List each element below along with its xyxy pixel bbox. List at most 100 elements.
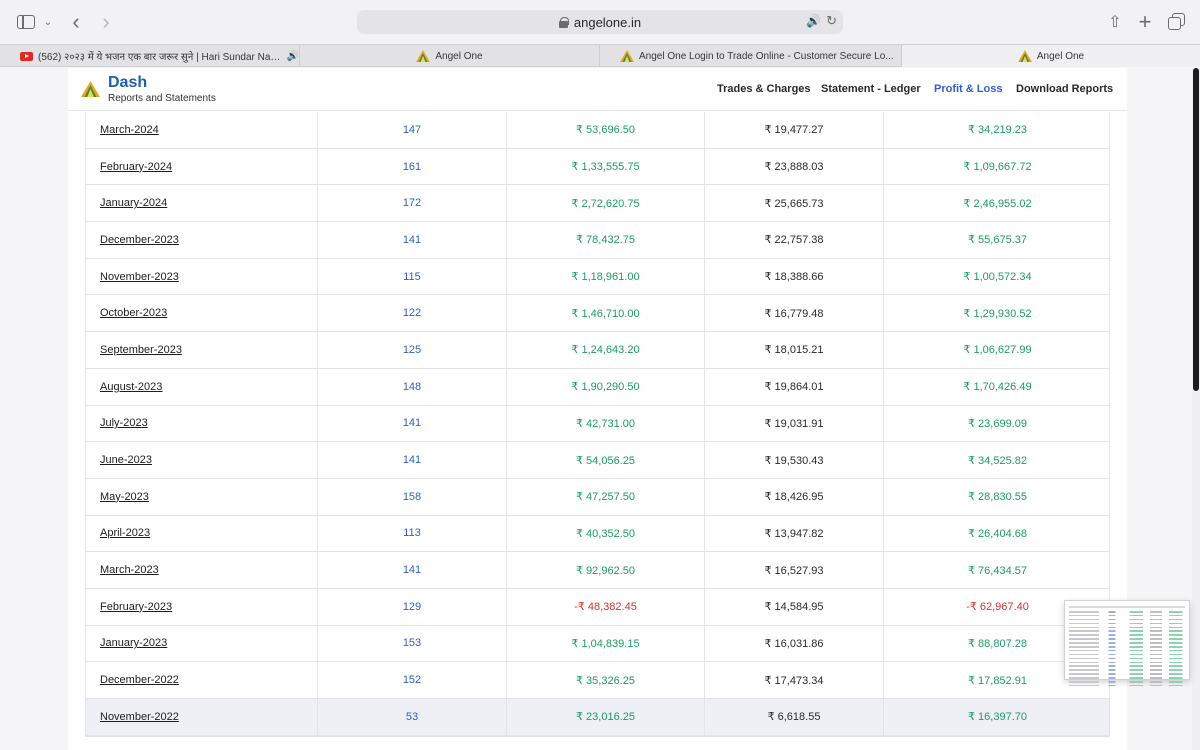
gross-pl-cell: ₹ 1,18,961.00 bbox=[507, 258, 705, 295]
month-link[interactable]: February-2024 bbox=[86, 148, 318, 185]
browser-tab[interactable]: Angel One Login to Trade Online - Custom… bbox=[600, 45, 902, 67]
forward-arrow-icon[interactable]: › bbox=[96, 9, 116, 34]
tab-title: Angel One Login to Trade Online - Custom… bbox=[639, 50, 894, 62]
table-row[interactable]: August-2023 148 ₹ 1,90,290.50 ₹ 19,864.01 ₹ … bbox=[86, 368, 1109, 406]
trade-count-cell: 113 bbox=[318, 515, 507, 552]
trade-count-cell: 129 bbox=[318, 588, 507, 625]
month-link[interactable]: November-2023 bbox=[86, 258, 318, 295]
table-row[interactable]: October-2023 122 ₹ 1,46,710.00 ₹ 16,779.48 ₹… bbox=[86, 295, 1109, 333]
share-icon[interactable]: ⇧ bbox=[1106, 10, 1124, 34]
month-link[interactable]: March-2024 bbox=[86, 112, 318, 148]
thumbnail-line bbox=[1069, 665, 1185, 667]
table-row[interactable]: July-2023 141 ₹ 42,731.00 ₹ 19,031.91 ₹ 23,6… bbox=[86, 405, 1109, 443]
table-row[interactable]: November-2023 115 ₹ 1,18,961.00 ₹ 18,388.66… bbox=[86, 258, 1109, 296]
month-link[interactable]: December-2022 bbox=[86, 662, 318, 698]
address-bar[interactable]: angelone.in 🔊 ↻ bbox=[357, 10, 843, 34]
net-pl-cell: ₹ 26,404.68 bbox=[968, 527, 1027, 540]
page-content: Dash Reports and Statements Trades & Cha… bbox=[68, 68, 1127, 750]
speaker-icon[interactable]: 🔊 bbox=[806, 14, 821, 28]
trade-count-cell: 141 bbox=[318, 222, 507, 258]
reload-icon[interactable]: ↻ bbox=[826, 13, 837, 29]
browser-toolbar: ⌄ ‹ › angelone.in 🔊 ↻ ⇧ + bbox=[0, 0, 1200, 44]
table-row[interactable]: March-2023 141 ₹ 92,962.50 ₹ 16,527.93 ₹ 76,… bbox=[86, 552, 1109, 589]
app-title[interactable]: Dash bbox=[108, 74, 147, 92]
scroll-thumb[interactable] bbox=[1193, 68, 1199, 391]
lock-icon bbox=[558, 17, 569, 28]
screenshot-thumbnail[interactable] bbox=[1064, 600, 1190, 687]
new-tab-icon[interactable]: + bbox=[1136, 9, 1154, 34]
chevron-down-icon[interactable]: ⌄ bbox=[42, 10, 54, 34]
table-row[interactable]: April-2023 113 ₹ 40,352.50 ₹ 13,947.82 ₹ 26,… bbox=[86, 515, 1109, 553]
address-text[interactable]: angelone.in bbox=[574, 15, 641, 30]
month-link[interactable]: June-2023 bbox=[86, 442, 318, 478]
nav-trades-charges[interactable]: Trades & Charges bbox=[717, 83, 811, 95]
speaker-icon[interactable]: 🔊 bbox=[287, 51, 299, 62]
table-row[interactable]: September-2023 125 ₹ 1,24,643.20 ₹ 18,015.2… bbox=[86, 332, 1109, 369]
browser-tab[interactable]: Angel One bbox=[300, 45, 600, 67]
tab-title: Angel One bbox=[1036, 50, 1085, 62]
charges-cell: ₹ 6,618.55 bbox=[705, 699, 884, 735]
thumbnail-line bbox=[1069, 638, 1185, 640]
gross-pl-cell: ₹ 40,352.50 bbox=[507, 515, 705, 552]
month-link[interactable]: April-2023 bbox=[86, 515, 318, 552]
gross-pl-cell: ₹ 2,72,620.75 bbox=[507, 185, 705, 222]
angel-one-logo-icon[interactable] bbox=[81, 81, 100, 97]
thumbnail-line bbox=[1069, 657, 1185, 660]
table-row[interactable]: January-2023 153 ₹ 1,04,839.15 ₹ 16,031.86 ₹… bbox=[86, 625, 1109, 663]
angel-one-icon bbox=[416, 50, 431, 62]
gross-pl-cell: ₹ 54,056.25 bbox=[507, 442, 705, 478]
tab-overview-icon[interactable] bbox=[1166, 10, 1186, 34]
month-link[interactable]: September-2023 bbox=[86, 332, 318, 368]
month-link[interactable]: October-2023 bbox=[86, 295, 318, 332]
table-row[interactable]: November-2022 53 ₹ 23,016.25 ₹ 6,618.55 ₹ 16… bbox=[86, 699, 1109, 736]
browser-tab-active[interactable]: Angel One bbox=[902, 45, 1200, 67]
thumbnail-line bbox=[1069, 684, 1185, 687]
trade-count-cell: 153 bbox=[318, 625, 507, 662]
thumbnail-line bbox=[1069, 669, 1185, 671]
month-link[interactable]: December-2023 bbox=[86, 222, 318, 258]
nav-statement-ledger[interactable]: Statement - Ledger bbox=[821, 83, 921, 95]
table-row[interactable]: February-2024 161 ₹ 1,33,555.75 ₹ 23,888.03… bbox=[86, 148, 1109, 186]
month-link[interactable]: March-2023 bbox=[86, 552, 318, 588]
thumbnail-line bbox=[1069, 646, 1185, 648]
month-link[interactable]: November-2022 bbox=[86, 699, 318, 735]
tab-title: Angel One bbox=[435, 50, 483, 62]
month-link[interactable]: February-2023 bbox=[86, 588, 318, 625]
table-row[interactable]: December-2022 152 ₹ 35,326.25 ₹ 17,473.34 ₹ … bbox=[86, 662, 1109, 699]
month-link[interactable]: January-2023 bbox=[86, 625, 318, 662]
charges-cell: ₹ 19,031.91 bbox=[705, 405, 884, 442]
net-pl-cell: ₹ 1,00,572.34 bbox=[963, 271, 1032, 284]
table-row[interactable]: June-2023 141 ₹ 54,056.25 ₹ 19,530.43 ₹ 34,5… bbox=[86, 442, 1109, 479]
thumbnail-line bbox=[1069, 634, 1185, 636]
browser-tab[interactable]: (562) २०२३ में ये भजन एक बार जरूर सुने |… bbox=[0, 45, 300, 67]
table-row[interactable]: December-2023 141 ₹ 78,432.75 ₹ 22,757.38 ₹ … bbox=[86, 222, 1109, 259]
net-pl-cell: ₹ 76,434.57 bbox=[968, 564, 1027, 577]
table-row[interactable]: February-2023 129 -₹ 48,382.45 ₹ 14,584.95-… bbox=[86, 588, 1109, 626]
table-row[interactable]: January-2024 172 ₹ 2,72,620.75 ₹ 25,665.73 ₹… bbox=[86, 185, 1109, 223]
thumbnail-line bbox=[1069, 611, 1185, 613]
gross-pl-cell: ₹ 1,33,555.75 bbox=[507, 148, 705, 185]
back-arrow-icon[interactable]: ‹ bbox=[66, 9, 86, 34]
table-row[interactable]: March-2024 147 ₹ 53,696.50 ₹ 19,477.27 ₹ 34,… bbox=[86, 112, 1109, 149]
gross-pl-cell: ₹ 78,432.75 bbox=[507, 222, 705, 258]
trade-count-cell: 172 bbox=[318, 185, 507, 222]
trade-count-cell: 125 bbox=[318, 332, 507, 368]
sidebar-toggle-icon[interactable] bbox=[16, 10, 36, 34]
nav-profit-loss[interactable]: Profit & Loss bbox=[934, 83, 1002, 95]
thumbnail-line bbox=[1069, 673, 1185, 675]
nav-download-reports[interactable]: Download Reports bbox=[1016, 83, 1113, 95]
trade-count-cell: 53 bbox=[318, 699, 507, 735]
month-link[interactable]: July-2023 bbox=[86, 405, 318, 442]
trade-count-cell: 141 bbox=[318, 405, 507, 442]
month-link[interactable]: January-2024 bbox=[86, 185, 318, 222]
charges-cell: ₹ 19,530.43 bbox=[705, 442, 884, 478]
trade-count-cell: 161 bbox=[318, 148, 507, 185]
net-pl-cell: ₹ 1,29,930.52 bbox=[963, 307, 1032, 320]
month-link[interactable]: May-2023 bbox=[86, 478, 318, 515]
app-header: Dash Reports and Statements Trades & Cha… bbox=[68, 68, 1127, 111]
table-row[interactable]: May-2023 158 ₹ 47,257.50 ₹ 18,426.95 ₹ 28,83… bbox=[86, 478, 1109, 516]
app-subtitle: Reports and Statements bbox=[108, 93, 216, 104]
page-scrollbar[interactable] bbox=[1192, 68, 1200, 750]
gross-pl-cell: -₹ 48,382.45 bbox=[507, 588, 705, 625]
month-link[interactable]: August-2023 bbox=[86, 368, 318, 405]
